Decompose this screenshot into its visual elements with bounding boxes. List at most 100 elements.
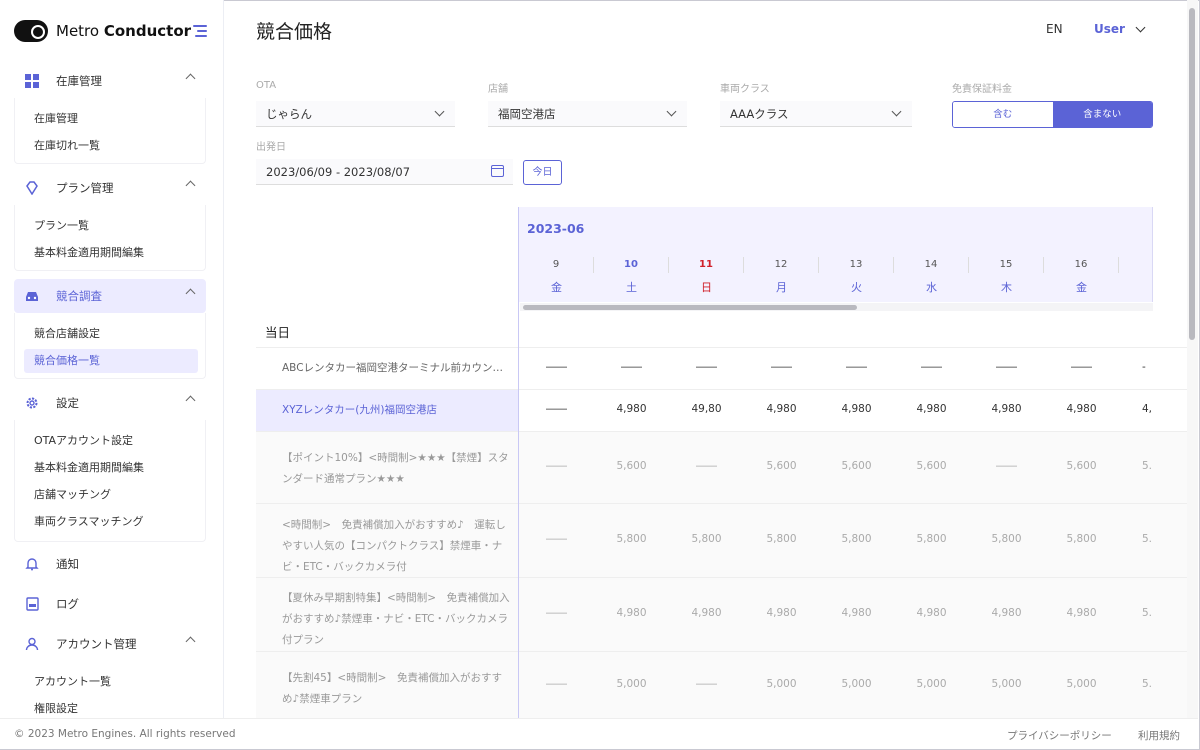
diamond-icon [25,181,39,195]
price-cell: ―― [546,677,567,690]
vertical-scroll-thumb[interactable] [1189,8,1195,340]
price-cell: ―― [696,460,717,472]
price-cell: 5,800 [1066,533,1097,545]
price-cell: 5,600 [616,460,647,472]
price-cell: 5,600 [1066,460,1097,472]
competitor-store-name: ABCレンタカー福岡空港ターミナル前カウン… [282,362,504,374]
price-cell: 5,000 [841,677,872,690]
horizontal-scroll-thumb[interactable] [523,305,857,310]
price-cell: ―― [621,361,642,373]
column-divider [518,207,519,718]
price-cell: 4,980 [766,607,797,619]
sidebar-item-ota-account-settings[interactable]: OTAアカウント設定 [24,429,198,453]
day-number: 13 [819,257,894,273]
day-weekday: 土 [626,281,637,294]
sidebar-item-competitor-store-settings[interactable]: 競合店舗設定 [24,322,198,346]
price-cell: 4,980 [691,607,722,619]
insurance-include-option[interactable]: 含む [953,102,1053,127]
nav-section-label: プラン管理 [56,181,114,195]
calendar-icon[interactable] [491,165,504,177]
copyright: © 2023 Metro Engines. All rights reserve… [14,728,236,740]
day-number: 10 [594,257,669,273]
chevron-down-icon [434,106,445,117]
nav-section-logs[interactable]: ログ [14,587,206,621]
language-toggle[interactable]: EN [1046,22,1063,36]
sidebar-item-base-rate-period[interactable]: 基本料金適用期間編集 [24,241,198,265]
user-icon [25,637,39,651]
sidebar-item-base-rate-period-settings[interactable]: 基本料金適用期間編集 [24,456,198,480]
date-range-input[interactable]: 2023/06/09 - 2023/08/07 [256,159,513,185]
store-label: 店舗 [488,84,508,95]
sidebar-item-competitor-prices[interactable]: 競合価格一覧 [24,349,198,373]
row-divider [256,347,1191,348]
nav-section-account-management[interactable]: アカウント管理 [14,627,206,661]
nav-section-inventory[interactable]: 在庫管理 [14,64,206,98]
day-number: 9 [519,257,594,273]
price-cell: ―― [546,607,567,619]
nav-section-label: 在庫管理 [56,74,102,88]
ota-select[interactable]: じゃらん [256,101,455,127]
day-weekday: 金 [1076,281,1087,294]
month-label: 2023-06 [527,221,585,236]
nav-section-settings[interactable]: 設定 [14,386,206,420]
price-cell: ―― [696,677,717,690]
row-divider [256,503,1191,504]
today-button[interactable]: 今日 [523,160,562,185]
price-cell: 5,000 [1066,677,1097,690]
plan-name: 【先割45】<時間制> 免責補償加入がおすすめ♪禁煙車プラン [282,672,502,705]
user-name: User [1094,22,1125,36]
plan-name: 【夏休み早期割特集】<時間制> 免責補償加入がおすすめ♪禁煙車・ナビ・ETC・バ… [282,592,510,646]
day-weekday: 木 [1001,281,1012,294]
day-weekday: 月 [776,281,787,294]
price-cell: 5,800 [766,533,797,545]
privacy-policy-link[interactable]: プライバシーポリシー [1007,728,1112,743]
price-cell: 4,980 [991,607,1022,619]
sidebar-item-inventory[interactable]: 在庫管理 [24,107,198,131]
price-cell: 4,980 [766,403,797,415]
insurance-exclude-option[interactable]: 含まない [1052,102,1152,127]
price-cell: ―― [921,361,942,373]
day-number: 14 [894,257,969,273]
menu-toggle-icon[interactable] [193,25,207,40]
day-number: 11 [669,257,744,273]
user-menu[interactable]: User [1094,22,1146,36]
insurance-label: 免責保証料金 [952,84,1012,95]
chevron-up-icon [185,288,196,299]
price-cell: 5,800 [841,533,872,545]
terms-link[interactable]: 利用規約 [1138,728,1180,743]
store-select[interactable]: 福岡空港店 [488,101,687,127]
footer: © 2023 Metro Engines. All rights reserve… [0,718,1198,749]
price-cell: ―― [546,460,567,472]
nav-section-plans[interactable]: プラン管理 [14,171,206,205]
sidebar-item-permissions[interactable]: 権限設定 [24,697,198,718]
car-icon [25,289,39,303]
chevron-down-icon [891,106,902,117]
nav-section-label: 通知 [56,557,79,571]
logo-icon [14,20,48,42]
price-cell: ―― [996,361,1017,373]
sidebar-item-vehicle-class-matching[interactable]: 車両クラスマッチング [24,510,198,534]
logo[interactable]: Metro Conductor [14,20,191,42]
price-cell: 4,980 [991,403,1022,415]
price-cell: ―― [546,533,567,545]
chevron-down-icon [1135,22,1146,32]
price-cell: 5,600 [841,460,872,472]
sidebar-item-account-list[interactable]: アカウント一覧 [24,670,198,694]
sidebar-item-out-of-stock[interactable]: 在庫切れ一覧 [24,134,198,158]
row-divider [256,577,1191,578]
price-cell: ―― [696,361,717,373]
nav-section-notifications[interactable]: 通知 [14,547,206,581]
plans-price-area [519,432,1191,718]
grid-icon [25,74,39,88]
chevron-up-icon [185,636,196,647]
nav-section-competitor-research[interactable]: 競合調査 [14,279,206,313]
price-cell: 5,800 [691,533,722,545]
row-divider [256,651,1191,652]
day-number: 16 [1044,257,1119,273]
vehicle-class-select[interactable]: AAAクラス [720,101,912,127]
sidebar-item-plan-list[interactable]: プラン一覧 [24,214,198,238]
price-cell: 49,80 [691,403,722,415]
price-cell: 5,800 [616,533,647,545]
sidebar-item-store-matching[interactable]: 店舗マッチング [24,483,198,507]
price-cell: ―― [846,361,867,373]
